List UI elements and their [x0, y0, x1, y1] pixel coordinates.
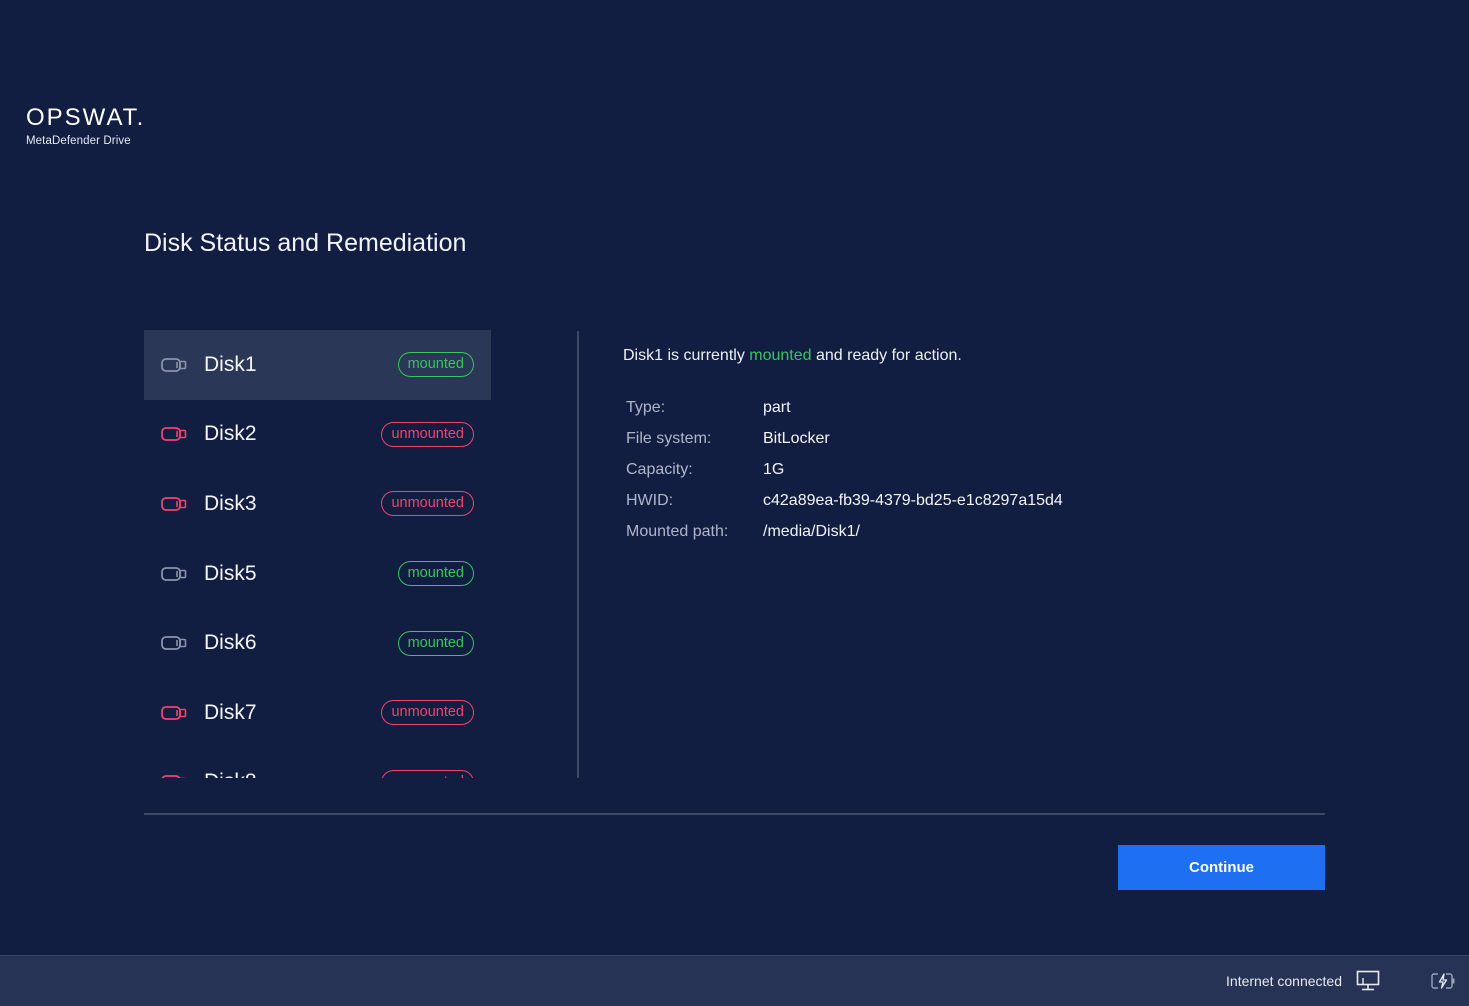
disk-list: Disk1 mounted Disk2 unmounted Disk3 unmounted… — [144, 330, 491, 778]
status-badge: unmounted — [381, 769, 474, 778]
info-value: BitLocker — [763, 430, 830, 448]
network-status-text: Internet connected — [1226, 973, 1342, 989]
monitor-icon[interactable] — [1356, 970, 1380, 992]
status-suffix: and ready for action. — [811, 347, 962, 364]
disk-name: Disk6 — [204, 631, 257, 655]
status-badge: mounted — [397, 352, 474, 378]
disk-item-disk2[interactable]: Disk2 unmounted — [144, 400, 491, 470]
status-badge: unmounted — [381, 421, 474, 447]
info-value: part — [763, 399, 791, 417]
status-disk-name: Disk1 — [623, 347, 664, 364]
status-badge: mounted — [397, 561, 474, 587]
disk-name: Disk1 — [204, 352, 257, 376]
disk-item-disk8[interactable]: Disk8unmounted — [144, 748, 491, 778]
info-label: File system: — [626, 430, 712, 448]
page-title: Disk Status and Remediation — [144, 229, 467, 257]
info-row: Type: part — [626, 393, 1063, 424]
status-badge: unmounted — [381, 491, 474, 517]
product-name: MetaDefender Drive — [26, 135, 131, 147]
disk-item-disk7[interactable]: Disk7 unmounted — [144, 678, 491, 748]
info-label: Mounted path: — [626, 522, 729, 540]
usb-drive-icon — [161, 357, 187, 372]
status-prefix: is currently — [663, 347, 750, 364]
status-badge: mounted — [397, 630, 474, 656]
info-row: File system: BitLocker — [626, 424, 1063, 455]
disk-name: Disk2 — [204, 422, 257, 446]
disk-item-disk1[interactable]: Disk1 mounted — [144, 330, 491, 400]
info-row: HWID: c42a89ea-fb39-4379-bd25-e1c8297a15d… — [626, 485, 1063, 516]
opswat-logo: OPSWAT. MetaDefender Drive — [26, 104, 146, 148]
disk-details-panel: Disk1 is currently mounted and ready for… — [623, 347, 1403, 547]
info-value: /media/Disk1/ — [763, 522, 860, 540]
status-badge: unmounted — [381, 700, 474, 726]
battery-charging-icon[interactable] — [1431, 972, 1455, 990]
status-word: mounted — [749, 347, 812, 364]
usb-drive-icon — [161, 705, 187, 720]
disk-item-disk6[interactable]: Disk6 mounted — [144, 608, 491, 678]
horizontal-divider — [144, 813, 1325, 815]
disk-item-disk5[interactable]: Disk5 mounted — [144, 539, 491, 609]
logo-wordmark: OPSWAT. — [26, 104, 146, 131]
vertical-divider — [577, 331, 579, 778]
continue-button[interactable]: Continue — [1118, 845, 1325, 890]
usb-drive-icon — [161, 497, 187, 511]
disk-name: Disk8 — [204, 770, 381, 778]
usb-drive-icon — [161, 636, 187, 651]
disk-info-table: Type: part File system: BitLocker Capacity: 1… — [626, 393, 1063, 547]
info-row: Mounted path: /media/Disk1/ — [626, 516, 1063, 547]
info-value: 1G — [763, 460, 785, 478]
usb-drive-icon — [161, 427, 187, 442]
usb-drive-icon — [161, 566, 187, 581]
disk-name: Disk7 — [204, 700, 257, 724]
disk-name: Disk5 — [204, 561, 257, 585]
disk-name: Disk3 — [204, 491, 257, 515]
usb-drive-icon — [161, 775, 181, 778]
disk-item-disk3[interactable]: Disk3 unmounted — [144, 469, 491, 539]
info-value: c42a89ea-fb39-4379-bd25-e1c8297a15d4 — [763, 491, 1063, 509]
info-label: HWID: — [626, 491, 674, 509]
info-label: Type: — [626, 399, 666, 417]
info-label: Capacity: — [626, 460, 693, 478]
info-row: Capacity: 1G — [626, 455, 1063, 486]
disk-status-message: Disk1 is currently mounted and ready for… — [623, 347, 1403, 365]
status-bar: Internet connected — [0, 955, 1469, 1006]
